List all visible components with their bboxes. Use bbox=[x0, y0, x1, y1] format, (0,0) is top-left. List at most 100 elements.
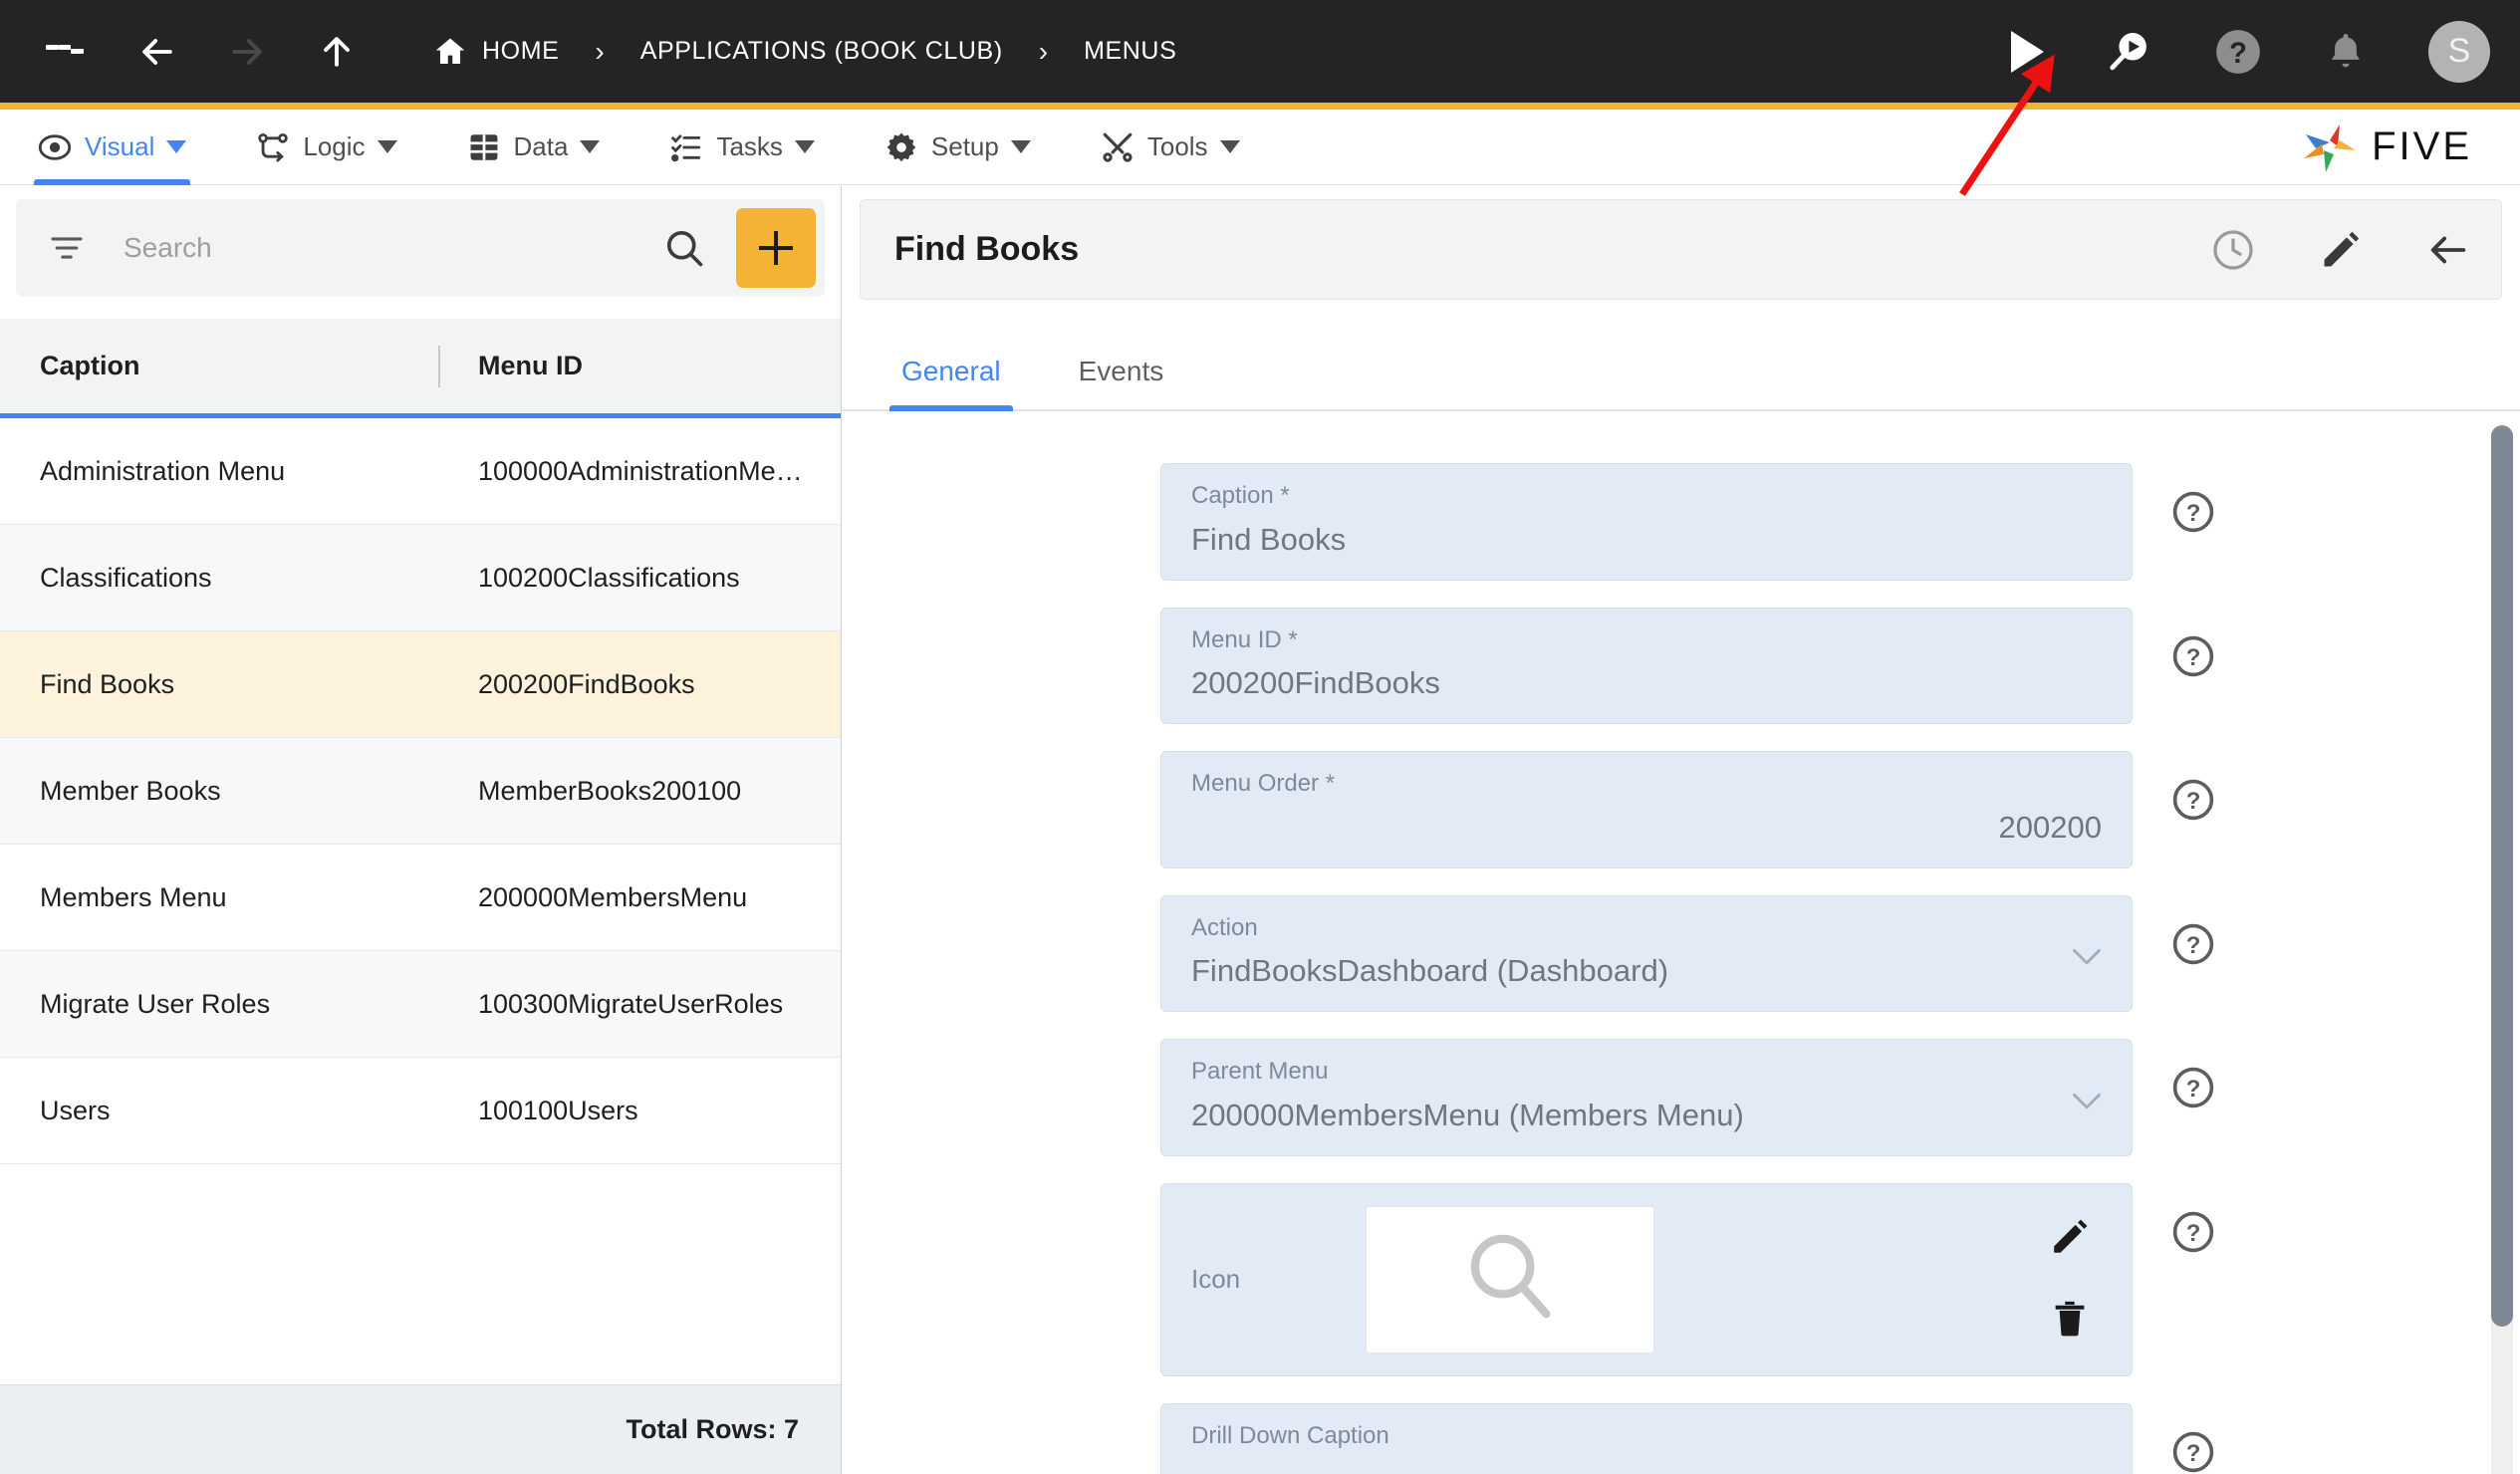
tab-events[interactable]: Events bbox=[1067, 356, 1176, 409]
help-question-icon[interactable]: ? bbox=[2170, 1209, 2216, 1260]
cell-menu-id: 100200Classifications bbox=[478, 562, 740, 593]
tools-icon bbox=[1101, 130, 1134, 164]
trash-icon[interactable] bbox=[2049, 1298, 2091, 1345]
menu-item-logic[interactable]: Logic bbox=[252, 110, 400, 185]
form-row-action: Action FindBooksDashboard (Dashboard) ? bbox=[1160, 894, 2216, 1013]
menu-item-visual[interactable]: Visual bbox=[34, 110, 191, 185]
avatar-initial: S bbox=[2428, 20, 2490, 83]
cell-menu-id: 100000AdministrationMe… bbox=[478, 455, 803, 486]
caption-field-value: Find Books bbox=[1191, 521, 1347, 557]
action-select-field[interactable]: Action FindBooksDashboard (Dashboard) bbox=[1160, 894, 2133, 1013]
chevron-down-icon bbox=[794, 140, 815, 153]
cell-caption: Classifications bbox=[40, 562, 212, 593]
table-row[interactable]: Administration Menu 100000Administration… bbox=[0, 418, 841, 525]
caption-field[interactable]: Caption * Find Books bbox=[1160, 463, 2133, 581]
form-row-drill-down-caption: Drill Down Caption ? bbox=[1160, 1402, 2216, 1474]
table-row-selected[interactable]: Find Books 200200FindBooks bbox=[0, 631, 841, 738]
help-question-icon[interactable]: ? bbox=[2170, 1065, 2216, 1115]
help-question-icon[interactable]: ? bbox=[2170, 921, 2216, 972]
svg-text:?: ? bbox=[2186, 788, 2201, 815]
menu-item-tasks[interactable]: Tasks bbox=[665, 110, 818, 185]
left-list-panel: Caption Menu ID Administration Menu 1000… bbox=[0, 186, 842, 1474]
form-scroll-area: Caption * Find Books ? Menu ID * 200200F… bbox=[842, 411, 2520, 1474]
action-field-label: Action bbox=[1191, 913, 1258, 941]
chevron-down-icon[interactable] bbox=[2072, 1093, 2102, 1110]
cell-caption: Member Books bbox=[40, 775, 221, 806]
add-record-button[interactable] bbox=[736, 208, 816, 288]
drill-down-caption-field[interactable]: Drill Down Caption bbox=[1160, 1402, 2133, 1474]
menu-order-field[interactable]: Menu Order * 200200 bbox=[1160, 751, 2133, 868]
vertical-scrollbar-track[interactable] bbox=[2491, 425, 2513, 1474]
help-question-icon[interactable]: ? bbox=[2170, 633, 2216, 684]
cell-caption: Administration Menu bbox=[40, 455, 286, 486]
menu-item-data-label: Data bbox=[513, 131, 569, 161]
checklist-icon bbox=[669, 130, 703, 164]
icon-field-label: Icon bbox=[1191, 1264, 1241, 1295]
cell-menu-id: 200000MembersMenu bbox=[478, 881, 748, 912]
home-icon[interactable] bbox=[432, 34, 468, 70]
cell-caption: Users bbox=[40, 1095, 111, 1125]
form-row-menu-order: Menu Order * 200200 ? bbox=[1160, 751, 2216, 868]
breadcrumb-applications[interactable]: APPLICATIONS (BOOK CLUB) bbox=[640, 37, 1003, 66]
column-header-caption[interactable]: Caption bbox=[0, 351, 438, 381]
caption-field-label: Caption * bbox=[1191, 482, 1290, 509]
arrow-up-icon[interactable] bbox=[315, 30, 359, 74]
history-clock-icon[interactable] bbox=[2210, 227, 2256, 273]
chevron-down-icon bbox=[1219, 140, 1240, 153]
tab-general[interactable]: General bbox=[889, 356, 1013, 411]
menu-item-visual-label: Visual bbox=[85, 131, 155, 161]
table-row[interactable]: Members Menu 200000MembersMenu bbox=[0, 845, 841, 951]
help-circle-icon[interactable]: ? bbox=[2213, 27, 2263, 77]
notifications-bell-icon[interactable] bbox=[2323, 29, 2369, 75]
table-row[interactable]: Classifications 100200Classifications bbox=[0, 525, 841, 631]
run-play-icon[interactable] bbox=[2011, 30, 2044, 73]
back-arrow-icon[interactable] bbox=[2425, 227, 2471, 273]
hamburger-icon[interactable] bbox=[46, 38, 85, 66]
search-preview-icon[interactable] bbox=[2104, 27, 2153, 77]
menu-id-field[interactable]: Menu ID * 200200FindBooks bbox=[1160, 607, 2133, 725]
table-row[interactable]: Users 100100Users bbox=[0, 1058, 841, 1164]
column-header-menu-id[interactable]: Menu ID bbox=[438, 351, 837, 381]
help-question-icon[interactable]: ? bbox=[2170, 777, 2216, 828]
vertical-scrollbar-thumb[interactable] bbox=[2491, 425, 2513, 1327]
eye-icon bbox=[38, 130, 72, 164]
cell-menu-id: 100100Users bbox=[478, 1095, 638, 1125]
drill-down-caption-field-value bbox=[1191, 1461, 2102, 1474]
page-title: Find Books bbox=[894, 230, 1080, 268]
menu-order-field-value: 200200 bbox=[1998, 809, 2102, 845]
grid-icon bbox=[467, 130, 501, 164]
table-row[interactable]: Migrate User Roles 100300MigrateUserRole… bbox=[0, 951, 841, 1058]
arrow-left-icon[interactable] bbox=[135, 30, 179, 74]
edit-pencil-icon[interactable] bbox=[2318, 227, 2364, 273]
search-icon[interactable] bbox=[656, 220, 712, 276]
help-question-icon[interactable]: ? bbox=[2170, 1429, 2216, 1474]
breadcrumb-home[interactable]: HOME bbox=[482, 37, 559, 66]
edit-pencil-icon[interactable] bbox=[2048, 1215, 2092, 1264]
total-rows-label: Total Rows: 7 bbox=[0, 1384, 841, 1474]
form-row-menu-id: Menu ID * 200200FindBooks ? bbox=[1160, 607, 2216, 725]
menu-item-tools[interactable]: Tools bbox=[1097, 110, 1244, 185]
drill-down-caption-field-label: Drill Down Caption bbox=[1191, 1421, 1389, 1449]
main-menu-bar: Visual Logic Data Tasks Setup Tools FIVE bbox=[0, 110, 2520, 185]
svg-text:?: ? bbox=[2186, 643, 2201, 670]
search-input[interactable] bbox=[124, 232, 656, 264]
detail-header: Find Books bbox=[860, 199, 2502, 300]
filter-icon[interactable] bbox=[50, 234, 84, 262]
avatar[interactable]: S bbox=[2428, 20, 2490, 83]
chevron-down-icon bbox=[1010, 140, 1031, 153]
table-row[interactable]: Member Books MemberBooks200100 bbox=[0, 738, 841, 845]
menu-item-setup[interactable]: Setup bbox=[881, 110, 1035, 185]
cell-caption: Members Menu bbox=[40, 881, 227, 912]
detail-tabs: General Events bbox=[842, 316, 2520, 411]
icon-field[interactable]: Icon bbox=[1160, 1182, 2133, 1376]
parent-menu-select-field[interactable]: Parent Menu 200000MembersMenu (Members M… bbox=[1160, 1039, 2133, 1156]
menu-item-logic-label: Logic bbox=[303, 131, 366, 161]
help-question-icon[interactable]: ? bbox=[2170, 489, 2216, 540]
cell-caption: Find Books bbox=[40, 668, 175, 699]
svg-text:?: ? bbox=[2186, 1076, 2201, 1103]
svg-text:?: ? bbox=[2186, 1220, 2201, 1247]
chevron-down-icon[interactable] bbox=[2072, 948, 2102, 966]
arrow-right-icon[interactable] bbox=[225, 30, 269, 74]
form-column: Caption * Find Books ? Menu ID * 200200F… bbox=[1160, 463, 2216, 1474]
menu-item-data[interactable]: Data bbox=[463, 110, 605, 185]
